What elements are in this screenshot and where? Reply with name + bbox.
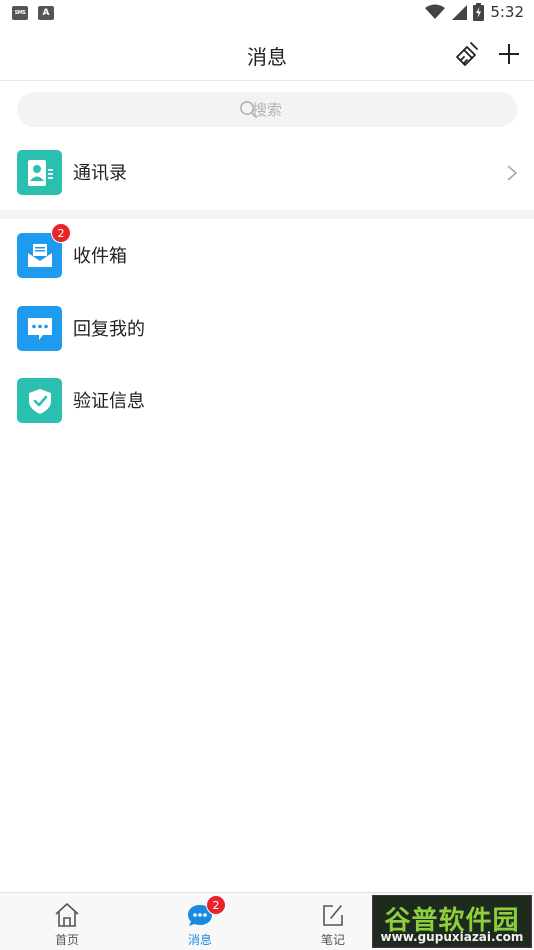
status-time: 5:32	[490, 3, 524, 21]
battery-icon	[473, 3, 485, 21]
broom-icon	[456, 42, 478, 66]
replies-label: 回复我的	[73, 319, 145, 340]
shield-check-icon	[17, 378, 62, 423]
tab-messages-label: 消息	[187, 933, 212, 947]
keyboard-a-icon: A	[38, 6, 54, 20]
search-input[interactable]	[17, 92, 517, 127]
watermark-logo: 谷普软件园 www.gupuxiazai.com	[372, 895, 532, 948]
add-button[interactable]	[494, 39, 524, 69]
status-bar-left: SMS A	[12, 6, 54, 20]
tab-home-label: 首页	[54, 933, 79, 947]
contacts-icon	[17, 150, 62, 195]
status-bar: SMS A 5:32	[0, 0, 534, 28]
wifi-icon	[425, 4, 446, 19]
chat-bubble-icon	[17, 306, 62, 351]
search-bar	[17, 92, 517, 127]
verify-label: 验证信息	[73, 391, 145, 412]
edit-note-icon	[323, 905, 343, 926]
clear-unread-button[interactable]	[453, 39, 483, 69]
inbox-label: 收件箱	[73, 246, 127, 267]
status-bar-right: 5:32	[425, 3, 524, 21]
tab-home[interactable]: 首页	[22, 893, 112, 950]
inbox-unread-badge: 2	[51, 223, 71, 243]
chevron-right-icon	[507, 165, 518, 181]
replies-row[interactable]: 回复我的	[0, 293, 534, 365]
verify-row[interactable]: 验证信息	[0, 365, 534, 437]
contacts-row[interactable]: 通讯录	[0, 137, 534, 209]
section-divider	[0, 210, 534, 219]
watermark-url: www.gupuxiazai.com	[380, 930, 524, 944]
contacts-label: 通讯录	[73, 163, 127, 184]
tab-messages[interactable]: 2 消息	[155, 893, 245, 950]
inbox-row[interactable]: 2 收件箱	[0, 220, 534, 292]
tab-notes[interactable]: 笔记	[288, 893, 378, 950]
cell-signal-icon	[452, 5, 468, 20]
messages-unread-badge: 2	[206, 895, 226, 915]
sms-icon: SMS	[12, 6, 28, 20]
tab-notes-label: 笔记	[320, 933, 345, 947]
home-icon	[55, 903, 79, 927]
plus-icon	[499, 44, 519, 64]
app-header: 消息	[0, 28, 534, 81]
